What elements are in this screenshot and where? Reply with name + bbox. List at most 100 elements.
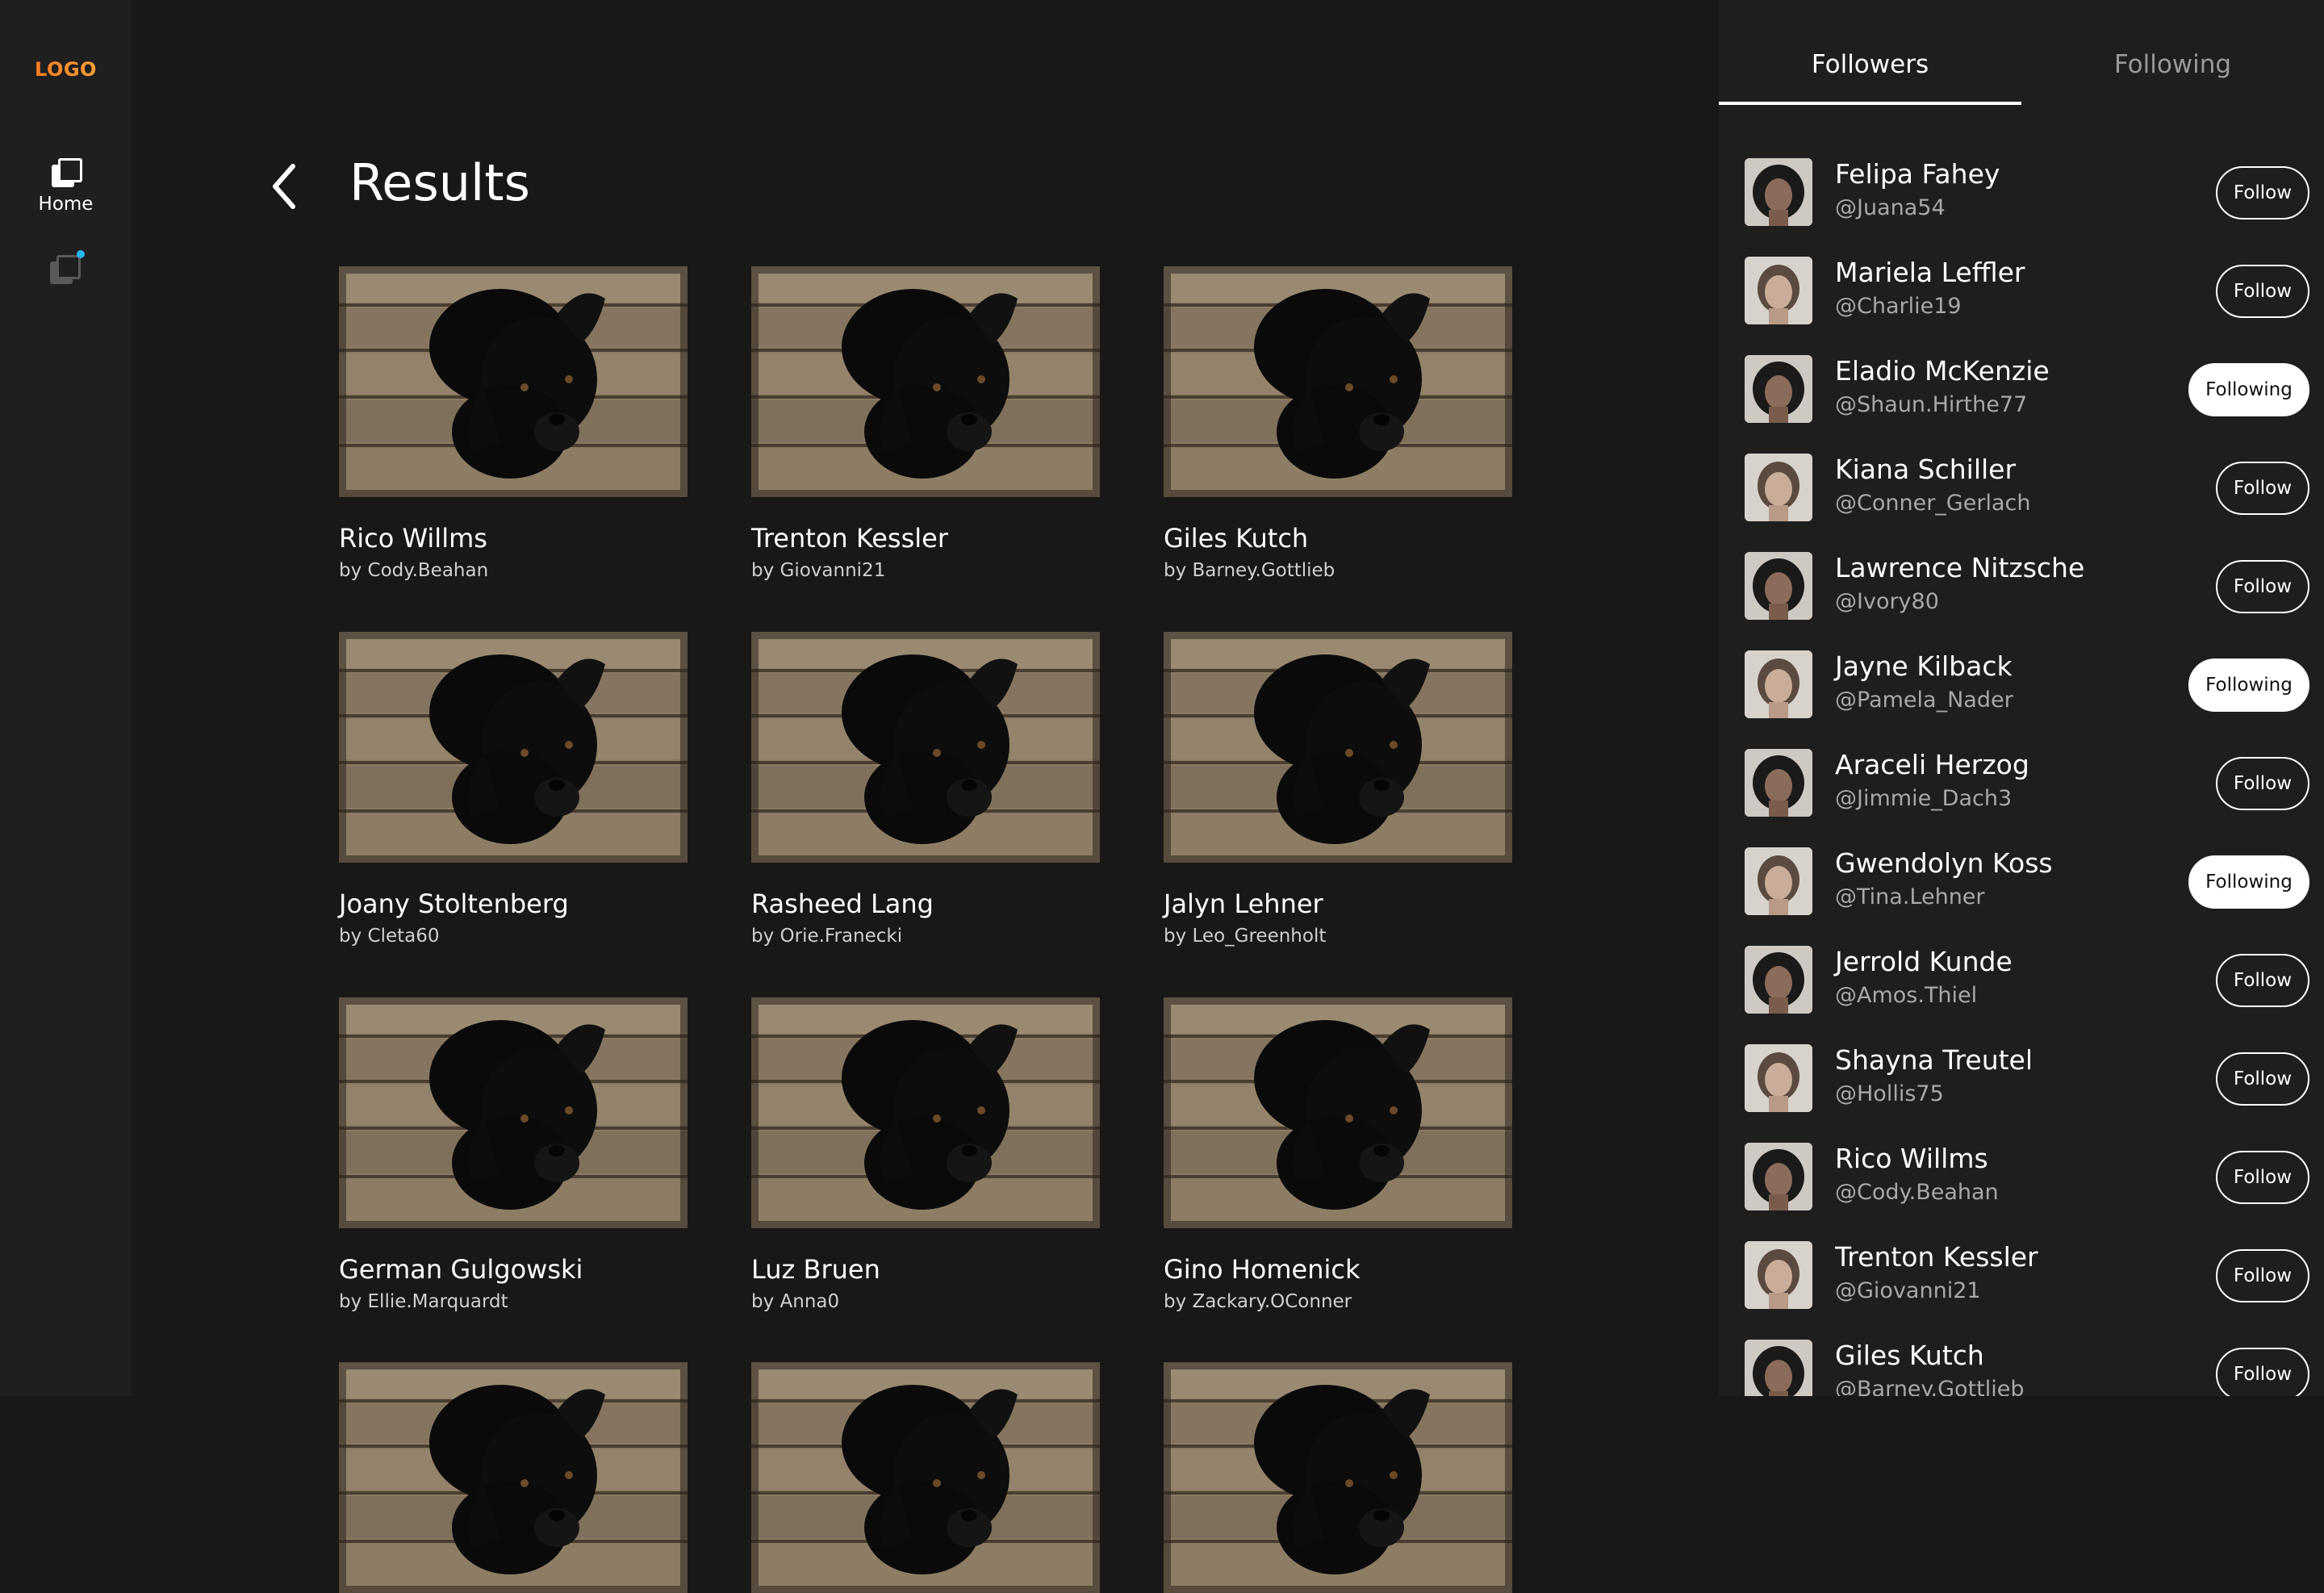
result-card[interactable]: Gino Homenick by Zackary.OConner [1164, 997, 1512, 1312]
user-row[interactable]: Kiana Schiller @Conner_Gerlach Follow [1745, 454, 2309, 525]
avatar[interactable] [1745, 650, 1812, 718]
result-thumbnail[interactable] [751, 632, 1100, 863]
user-handle: @Ivory80 [1835, 589, 1939, 614]
result-thumbnail[interactable] [339, 997, 688, 1228]
result-title[interactable]: Luz Bruen [751, 1254, 880, 1285]
following-button[interactable]: Following [2188, 363, 2309, 416]
logo[interactable]: LOGO [0, 58, 132, 81]
user-name[interactable]: Araceli Herzog [1835, 749, 2029, 780]
avatar[interactable] [1745, 158, 1812, 226]
result-title[interactable]: Joany Stoltenberg [339, 888, 569, 919]
avatar[interactable] [1745, 1143, 1812, 1210]
follow-button[interactable]: Follow [2216, 560, 2309, 613]
result-title[interactable]: Trenton Kessler [751, 523, 948, 554]
result-card[interactable]: Rico Willms by Cody.Beahan [339, 266, 688, 581]
follow-button[interactable]: Follow [2216, 757, 2309, 810]
user-row[interactable]: Jayne Kilback @Pamela_Nader Following [1745, 650, 2309, 721]
result-thumbnail[interactable] [339, 266, 688, 497]
user-handle: @Shaun.Hirthe77 [1835, 392, 2028, 417]
result-card[interactable]: Luz Bruen by Anna0 [751, 997, 1100, 1312]
tab-following[interactable]: Following [2021, 50, 2324, 79]
result-thumbnail[interactable] [1164, 266, 1512, 497]
result-title[interactable]: Gino Homenick [1164, 1254, 1361, 1285]
result-title[interactable]: German Gulgowski [339, 1254, 583, 1285]
result-thumbnail[interactable] [751, 1362, 1100, 1593]
avatar[interactable] [1745, 454, 1812, 521]
result-thumbnail[interactable] [1164, 632, 1512, 863]
follow-button[interactable]: Follow [2216, 1249, 2309, 1302]
result-card[interactable] [751, 1362, 1100, 1593]
result-card[interactable]: Jalyn Lehner by Leo_Greenholt [1164, 632, 1512, 947]
user-handle: @Barney.Gottlieb [1835, 1377, 2025, 1396]
user-row[interactable]: Mariela Leffler @Charlie19 Follow [1745, 257, 2309, 328]
follow-button[interactable]: Follow [2216, 166, 2309, 220]
user-row[interactable]: Eladio McKenzie @Shaun.Hirthe77 Followin… [1745, 355, 2309, 426]
following-button[interactable]: Following [2188, 659, 2309, 712]
user-name[interactable]: Shayna Treutel [1835, 1044, 2033, 1076]
user-handle: @Cody.Beahan [1835, 1180, 1999, 1205]
user-handle: @Amos.Thiel [1835, 983, 1978, 1008]
avatar[interactable] [1745, 946, 1812, 1014]
back-arrow-icon[interactable] [269, 161, 301, 211]
result-card[interactable] [1164, 1362, 1512, 1593]
user-name[interactable]: Rico Willms [1835, 1143, 1988, 1174]
user-row[interactable]: Lawrence Nitzsche @Ivory80 Follow [1745, 552, 2309, 623]
avatar[interactable] [1745, 1044, 1812, 1112]
user-name[interactable]: Jayne Kilback [1835, 650, 2013, 682]
side-nav: LOGO Home [0, 0, 132, 1396]
user-name[interactable]: Jerrold Kunde [1835, 946, 2013, 977]
avatar[interactable] [1745, 552, 1812, 620]
user-row[interactable]: Jerrold Kunde @Amos.Thiel Follow [1745, 946, 2309, 1017]
avatar[interactable] [1745, 749, 1812, 817]
user-name[interactable]: Kiana Schiller [1835, 454, 2016, 485]
user-name[interactable]: Lawrence Nitzsche [1835, 552, 2084, 583]
user-row[interactable]: Giles Kutch @Barney.Gottlieb Follow [1745, 1340, 2309, 1396]
result-card[interactable]: Trenton Kessler by Giovanni21 [751, 266, 1100, 581]
followers-panel: Followers Following Felipa Fahey @Juana5… [1719, 0, 2324, 1396]
result-thumbnail[interactable] [339, 632, 688, 863]
user-name[interactable]: Giles Kutch [1835, 1340, 1984, 1371]
result-thumbnail[interactable] [751, 266, 1100, 497]
user-name[interactable]: Trenton Kessler [1835, 1241, 2038, 1273]
avatar[interactable] [1745, 355, 1812, 423]
result-card[interactable]: Joany Stoltenberg by Cleta60 [339, 632, 688, 947]
follow-button[interactable]: Follow [2216, 462, 2309, 515]
result-title[interactable]: Jalyn Lehner [1164, 888, 1323, 919]
tab-followers[interactable]: Followers [1719, 50, 2021, 79]
user-row[interactable]: Shayna Treutel @Hollis75 Follow [1745, 1044, 2309, 1115]
result-thumbnail[interactable] [339, 1362, 688, 1593]
user-name[interactable]: Felipa Fahey [1835, 158, 2000, 190]
result-card[interactable]: Rasheed Lang by Orie.Franecki [751, 632, 1100, 947]
user-row[interactable]: Trenton Kessler @Giovanni21 Follow [1745, 1241, 2309, 1312]
page-title: Results [349, 153, 530, 212]
result-thumbnail[interactable] [1164, 997, 1512, 1228]
avatar[interactable] [1745, 1340, 1812, 1396]
result-thumbnail[interactable] [751, 997, 1100, 1228]
avatar[interactable] [1745, 257, 1812, 324]
result-card[interactable]: Giles Kutch by Barney.Gottlieb [1164, 266, 1512, 581]
nav-home[interactable]: Home [0, 153, 132, 218]
follow-button[interactable]: Follow [2216, 1151, 2309, 1204]
result-thumbnail[interactable] [1164, 1362, 1512, 1593]
result-card[interactable] [339, 1362, 688, 1593]
result-title[interactable]: Rico Willms [339, 523, 487, 554]
user-name[interactable]: Eladio McKenzie [1835, 355, 2050, 387]
follow-button[interactable]: Follow [2216, 1052, 2309, 1106]
follow-button[interactable]: Follow [2216, 265, 2309, 318]
avatar[interactable] [1745, 1241, 1812, 1309]
result-author: by Leo_Greenholt [1164, 926, 1327, 947]
user-row[interactable]: Araceli Herzog @Jimmie_Dach3 Follow [1745, 749, 2309, 820]
result-title[interactable]: Giles Kutch [1164, 523, 1308, 554]
follow-button[interactable]: Follow [2216, 954, 2309, 1007]
avatar[interactable] [1745, 847, 1812, 915]
user-row[interactable]: Gwendolyn Koss @Tina.Lehner Following [1745, 847, 2309, 918]
follow-button[interactable]: Follow [2216, 1348, 2309, 1396]
user-row[interactable]: Rico Willms @Cody.Beahan Follow [1745, 1143, 2309, 1214]
result-title[interactable]: Rasheed Lang [751, 888, 934, 919]
user-name[interactable]: Gwendolyn Koss [1835, 847, 2053, 879]
nav-collections-icon[interactable] [48, 250, 85, 291]
user-name[interactable]: Mariela Leffler [1835, 257, 2025, 288]
user-row[interactable]: Felipa Fahey @Juana54 Follow [1745, 158, 2309, 229]
result-card[interactable]: German Gulgowski by Ellie.Marquardt [339, 997, 688, 1312]
following-button[interactable]: Following [2188, 855, 2309, 909]
